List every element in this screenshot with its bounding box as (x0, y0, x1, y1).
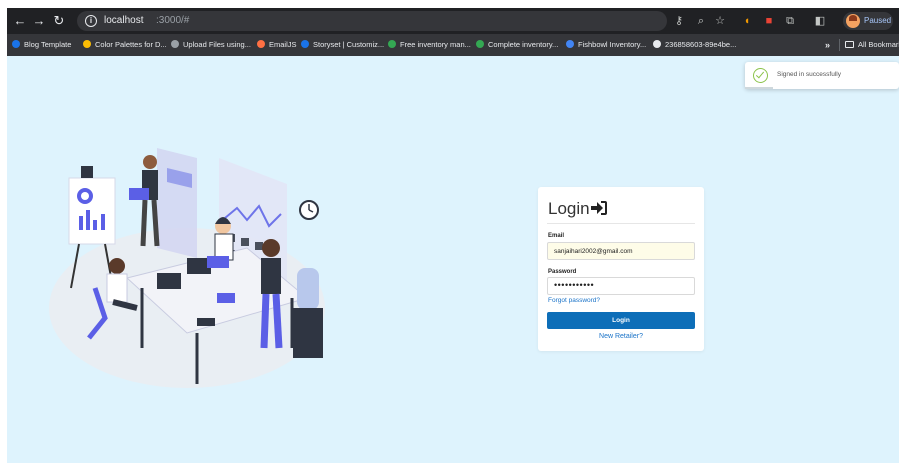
url-host: localhost (104, 15, 144, 26)
bookmark-favicon-icon (83, 40, 91, 48)
side-panel-icon[interactable]: ◧ (812, 13, 828, 29)
bookmark-item[interactable]: Fishbowl Inventory... (566, 38, 646, 52)
check-circle-icon (753, 68, 768, 83)
bookmark-item[interactable]: Color Palettes for D... (83, 38, 167, 52)
bookmark-favicon-icon (301, 40, 309, 48)
more-bookmarks-icon[interactable]: » (825, 38, 830, 52)
bookmark-favicon-icon (566, 40, 574, 48)
bookmark-favicon-icon (653, 40, 661, 48)
extension-red-icon[interactable]: ■ (761, 13, 777, 29)
bookmark-item[interactable]: Free inventory man... (388, 38, 471, 52)
password-field[interactable]: ••••••••••• (547, 277, 695, 295)
address-bar[interactable]: i localhost :3000/# (77, 11, 667, 31)
bookmark-item[interactable]: Complete inventory... (476, 38, 558, 52)
extensions-puzzle-icon[interactable]: ⧉ (782, 13, 798, 29)
zoom-icon[interactable]: ⌕ (693, 13, 709, 29)
bookmark-favicon-icon (171, 40, 179, 48)
site-info-icon[interactable]: i (85, 15, 97, 27)
bookmark-favicon-icon (388, 40, 396, 48)
bookmark-item[interactable]: Storyset | Customiz... (301, 38, 384, 52)
bookmarks-bar: Blog Template Color Palettes for D... Up… (7, 34, 899, 56)
login-button[interactable]: Login (547, 312, 695, 329)
water-cooler (293, 268, 323, 358)
bookmark-item[interactable]: Upload Files using... (171, 38, 251, 52)
profile-status: Paused (864, 16, 892, 25)
star-icon[interactable]: ☆ (712, 13, 728, 29)
profile-button[interactable]: Paused (843, 12, 893, 30)
forgot-password-link[interactable]: Forgot password? (548, 296, 600, 305)
bookmark-item[interactable]: 236858603-89e4be... (653, 38, 736, 52)
bookmark-favicon-icon (12, 40, 20, 48)
browser-toolbar: ← → ↻ i localhost :3000/# ⚷ ⌕ ☆ ◖ ■ ⧉ ◧ … (7, 8, 899, 34)
password-label: Password (548, 269, 577, 275)
clock-icon (299, 200, 319, 220)
forward-arrow-icon[interactable]: → (30, 8, 48, 34)
reload-icon[interactable]: ↻ (50, 8, 68, 34)
bookmark-item[interactable]: EmailJS (257, 38, 297, 52)
new-retailer-link[interactable]: New Retailer? (538, 332, 704, 342)
key-icon[interactable]: ⚷ (671, 13, 687, 29)
toast-progress (745, 87, 773, 89)
url-path: :3000/# (156, 15, 190, 26)
bookmark-favicon-icon (476, 40, 484, 48)
bookmark-item[interactable]: Blog Template (12, 38, 71, 52)
email-label: Email (548, 233, 565, 239)
email-field[interactable] (547, 242, 695, 260)
page-content: Signed in successfully Login Email sanja… (7, 56, 899, 463)
extension-icon[interactable]: ◖ (739, 13, 755, 29)
all-bookmarks-button[interactable]: All Bookmarks (845, 38, 899, 52)
success-toast[interactable]: Signed in successfully (745, 62, 899, 89)
folder-icon (845, 41, 854, 48)
sign-in-icon (590, 201, 607, 215)
toast-message: Signed in successfully (777, 71, 841, 78)
title-divider (547, 223, 695, 224)
standing-man (129, 155, 160, 247)
back-arrow-icon[interactable]: ← (11, 8, 29, 34)
login-card: Login Email Password ••••••••••• Forgot … (538, 187, 704, 351)
avatar (846, 14, 860, 28)
login-title: Login (548, 199, 607, 219)
bookmark-favicon-icon (257, 40, 265, 48)
office-team-illustration (49, 148, 325, 388)
bookmarks-divider (839, 39, 840, 51)
